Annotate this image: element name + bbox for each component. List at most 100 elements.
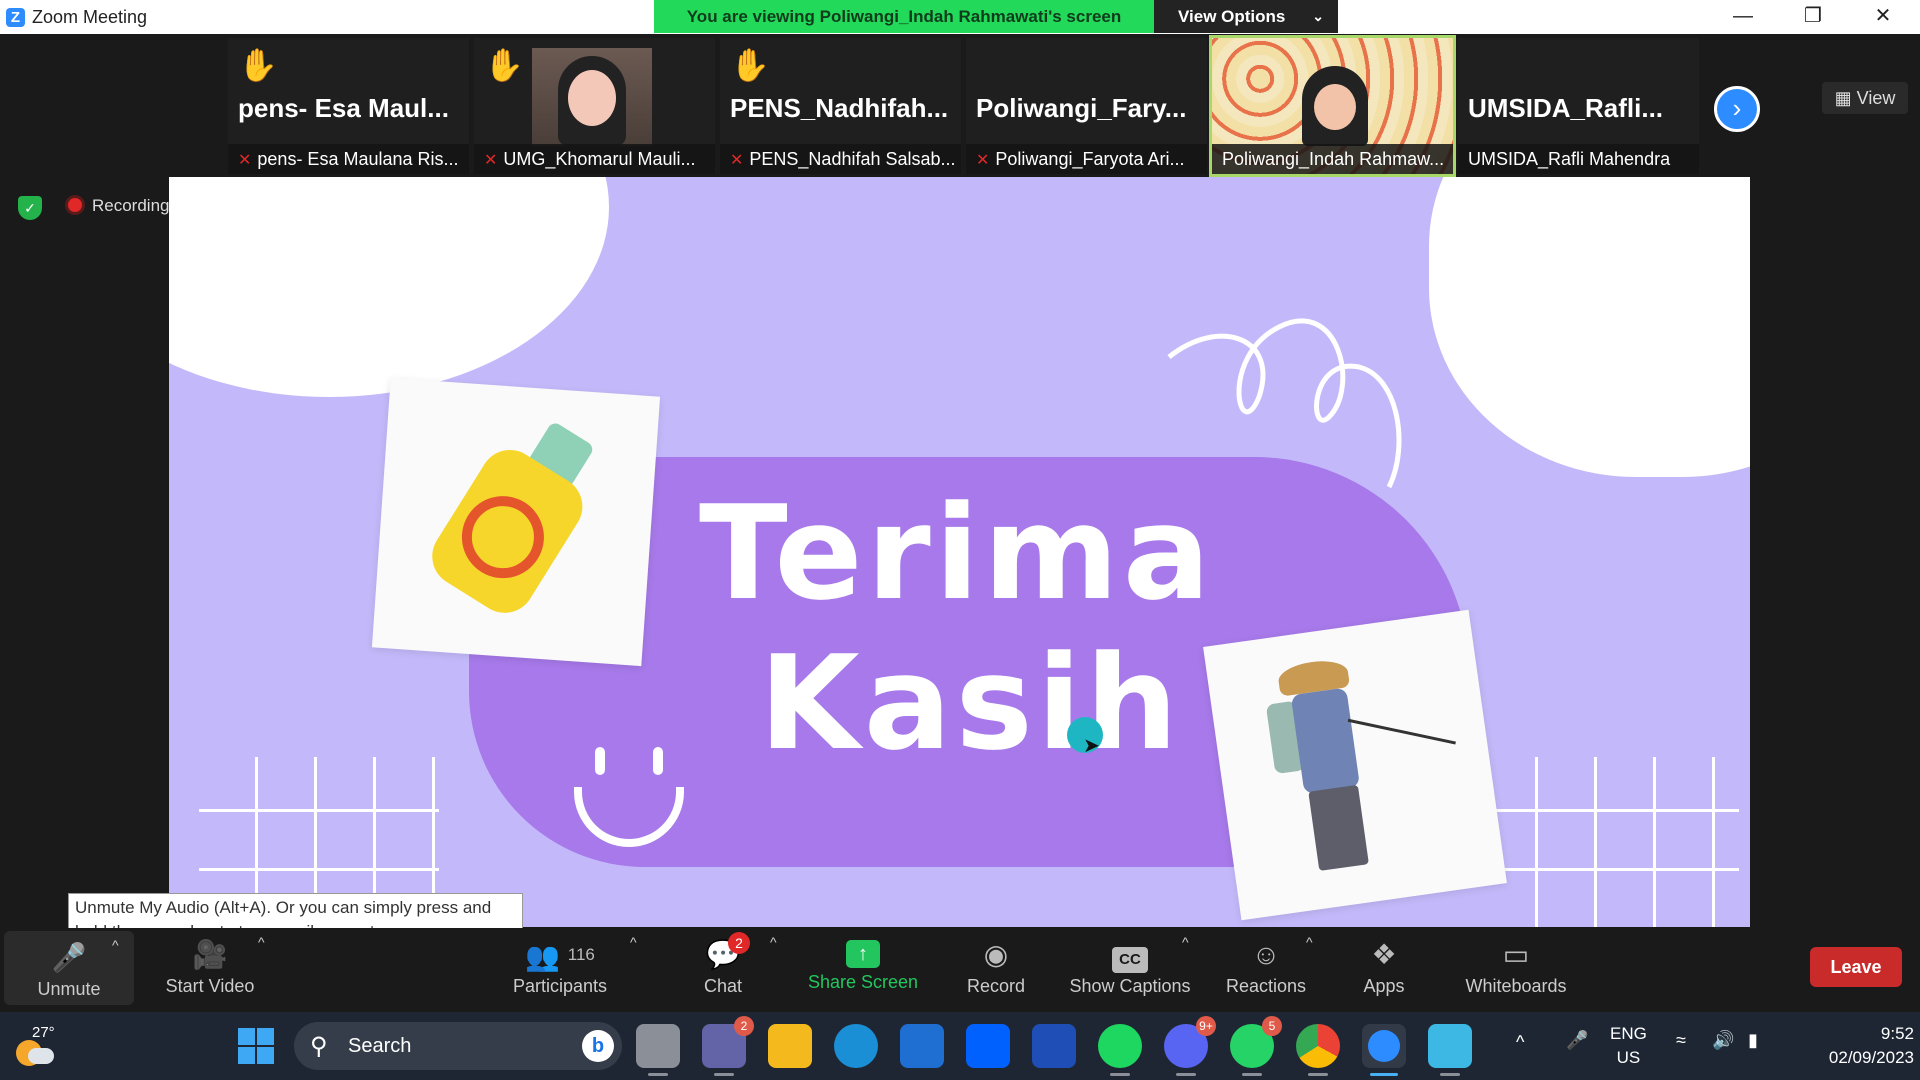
chat-badge: 2 bbox=[728, 932, 750, 954]
chevron-up-icon[interactable]: ^ bbox=[1516, 1032, 1524, 1053]
view-label: View bbox=[1856, 88, 1896, 108]
record-icon: ◉ bbox=[983, 939, 1009, 970]
bing-icon[interactable]: b bbox=[582, 1030, 614, 1062]
chevron-up-icon[interactable]: ^ bbox=[112, 937, 119, 953]
captions-icon: CC bbox=[1066, 938, 1194, 973]
task-view-icon[interactable] bbox=[636, 1024, 680, 1076]
record-label: Record bbox=[966, 976, 1026, 996]
participant-strip: ✋ pens- Esa Maul... ✕ pens- Esa Maulana R… bbox=[0, 34, 1920, 177]
battery-icon[interactable]: ▮ bbox=[1748, 1030, 1758, 1051]
slide-title-line2: Kasih bbox=[759, 627, 1182, 779]
teams-badge: 2 bbox=[734, 1016, 754, 1036]
file-explorer-icon[interactable] bbox=[768, 1024, 812, 1068]
weather-widget[interactable]: 27° bbox=[14, 1022, 55, 1068]
time: 9:52 bbox=[1880, 1024, 1914, 1043]
recording-label: Recording bbox=[92, 196, 170, 215]
participants-icon: 👥 116 bbox=[525, 941, 595, 972]
zoom-logo-icon: Z bbox=[6, 8, 25, 27]
participant-tile[interactable]: ✋ ✕ UMG_Khomarul Mauli... bbox=[474, 38, 715, 174]
myhp-icon[interactable] bbox=[1032, 1024, 1076, 1068]
smiley-eye bbox=[595, 747, 605, 775]
share-screen-icon: ↑ bbox=[846, 940, 880, 968]
participants-button[interactable]: 👥 116 Participants ^ bbox=[500, 928, 637, 1006]
search-placeholder: Search bbox=[348, 1035, 412, 1057]
apps-button[interactable]: ❖ Apps bbox=[1346, 928, 1422, 1006]
language-indicator[interactable]: ENG US bbox=[1610, 1022, 1647, 1070]
participant-display-name: UMSIDA_Rafli... bbox=[1468, 93, 1664, 123]
reactions-label: Reactions bbox=[1225, 976, 1307, 996]
shared-screen[interactable]: Terima Kasih ➤ bbox=[169, 177, 1750, 927]
participant-tile[interactable]: UMSIDA_Rafli... UMSIDA_Rafli Mahendra bbox=[1458, 38, 1699, 174]
view-options-button[interactable]: View Options ⌄ bbox=[1154, 0, 1338, 33]
date: 02/09/2023 bbox=[1828, 1048, 1914, 1067]
zoom-taskbar-icon[interactable] bbox=[1362, 1024, 1406, 1076]
notepad-icon[interactable] bbox=[1428, 1024, 1472, 1076]
participant-tile[interactable]: ✋ PENS_Nadhifah... ✕ PENS_Nadhifah Salsab… bbox=[720, 38, 961, 174]
restore-button[interactable]: ❐ bbox=[1790, 0, 1836, 34]
discord-icon[interactable]: 9+ bbox=[1164, 1016, 1216, 1076]
chrome-icon[interactable] bbox=[1296, 1024, 1340, 1076]
dropbox-icon[interactable] bbox=[966, 1024, 1010, 1068]
participant-name: Poliwangi_Indah Rahmaw... bbox=[1222, 149, 1445, 169]
minimize-button[interactable]: — bbox=[1720, 0, 1766, 34]
close-button[interactable]: ✕ bbox=[1860, 0, 1906, 34]
participant-tile[interactable]: Poliwangi_Fary... ✕ Poliwangi_Faryota Ari… bbox=[966, 38, 1207, 174]
clock[interactable]: 9:52 02/09/2023 bbox=[1784, 1022, 1914, 1070]
show-captions-label: Show Captions bbox=[1069, 976, 1191, 996]
participant-tile-active-speaker[interactable]: Poliwangi_Indah Rahmaw... bbox=[1209, 35, 1456, 177]
chevron-up-icon[interactable]: ^ bbox=[1306, 934, 1313, 950]
window-title: Zoom Meeting bbox=[32, 7, 148, 27]
volume-icon[interactable]: 🔊 bbox=[1712, 1030, 1734, 1051]
recording-indicator[interactable]: Recording bbox=[68, 196, 170, 216]
unmute-button[interactable]: 🎤 Unmute ^ bbox=[4, 931, 134, 1005]
show-captions-button[interactable]: CC Show Captions ^ bbox=[1066, 928, 1194, 1006]
start-video-button[interactable]: 🎥 Start Video ^ bbox=[150, 928, 270, 1006]
whiteboards-button[interactable]: ▭ Whiteboards bbox=[1460, 928, 1572, 1006]
share-screen-button[interactable]: ↑ Share Screen bbox=[804, 928, 922, 1006]
chevron-up-icon[interactable]: ^ bbox=[258, 934, 265, 950]
chevron-up-icon[interactable]: ^ bbox=[1182, 934, 1189, 950]
temperature: 27° bbox=[32, 1024, 55, 1041]
pesticide-illustration bbox=[371, 377, 661, 667]
taskbar-search[interactable]: ⚲ Search b bbox=[294, 1022, 622, 1070]
windows-taskbar: 27° ⚲ Search b 2 9+ 5 ^ 🎤 ENG US ≈ 🔊 ▮ 9… bbox=[0, 1012, 1920, 1080]
wifi-icon[interactable]: ≈ bbox=[1676, 1030, 1686, 1051]
whiteboards-label: Whiteboards bbox=[1465, 976, 1567, 996]
participants-label: Participants bbox=[512, 976, 608, 996]
title-bar: Z Zoom Meeting You are viewing Poliwangi… bbox=[0, 0, 1920, 34]
whiteboard-icon: ▭ bbox=[1502, 939, 1530, 970]
participant-tile[interactable]: ✋ pens- Esa Maul... ✕ pens- Esa Maulana R… bbox=[228, 38, 469, 174]
view-button[interactable]: ▦ View bbox=[1822, 82, 1908, 114]
participant-display-name: Poliwangi_Fary... bbox=[976, 93, 1187, 123]
slide-title-line1: Terima bbox=[699, 477, 1215, 629]
smiley-eye bbox=[653, 747, 663, 775]
shield-check-icon[interactable]: ✓ bbox=[18, 196, 42, 220]
spotify-icon[interactable] bbox=[1098, 1024, 1142, 1076]
farmer-illustration bbox=[1203, 609, 1507, 921]
whatsapp-badge: 5 bbox=[1262, 1016, 1282, 1036]
record-button[interactable]: ◉ Record bbox=[946, 928, 1046, 1006]
raised-hand-icon: ✋ bbox=[238, 47, 278, 83]
decorative-blob bbox=[169, 177, 609, 397]
teams-icon[interactable]: 2 bbox=[702, 1016, 754, 1076]
participant-nameplate: ✕ Poliwangi_Faryota Ari... bbox=[966, 144, 1207, 174]
microphone-icon[interactable]: 🎤 bbox=[1566, 1030, 1588, 1051]
next-page-button[interactable]: › bbox=[1714, 86, 1760, 132]
chevron-down-icon: ⌄ bbox=[1312, 8, 1324, 24]
chat-button[interactable]: 💬 2 Chat ^ bbox=[690, 928, 777, 1006]
participant-nameplate: ✕ PENS_Nadhifah Salsab... bbox=[720, 144, 961, 174]
edge-icon[interactable] bbox=[834, 1024, 878, 1068]
mail-icon[interactable] bbox=[900, 1024, 944, 1068]
participant-nameplate: Poliwangi_Indah Rahmaw... bbox=[1212, 144, 1453, 174]
start-button[interactable] bbox=[238, 1028, 274, 1064]
leave-button[interactable]: Leave bbox=[1810, 947, 1902, 987]
cursor-arrow-icon: ➤ bbox=[1083, 735, 1100, 757]
chevron-up-icon[interactable]: ^ bbox=[770, 934, 777, 950]
participant-name: Poliwangi_Faryota Ari... bbox=[995, 149, 1185, 169]
discord-badge: 9+ bbox=[1196, 1016, 1216, 1036]
whatsapp-icon[interactable]: 5 bbox=[1230, 1016, 1282, 1076]
smiley-plus-icon: ☺ bbox=[1251, 939, 1281, 970]
reactions-button[interactable]: ☺ Reactions ^ bbox=[1216, 928, 1316, 1006]
chevron-up-icon[interactable]: ^ bbox=[630, 934, 637, 950]
decorative-blob bbox=[1429, 177, 1750, 477]
